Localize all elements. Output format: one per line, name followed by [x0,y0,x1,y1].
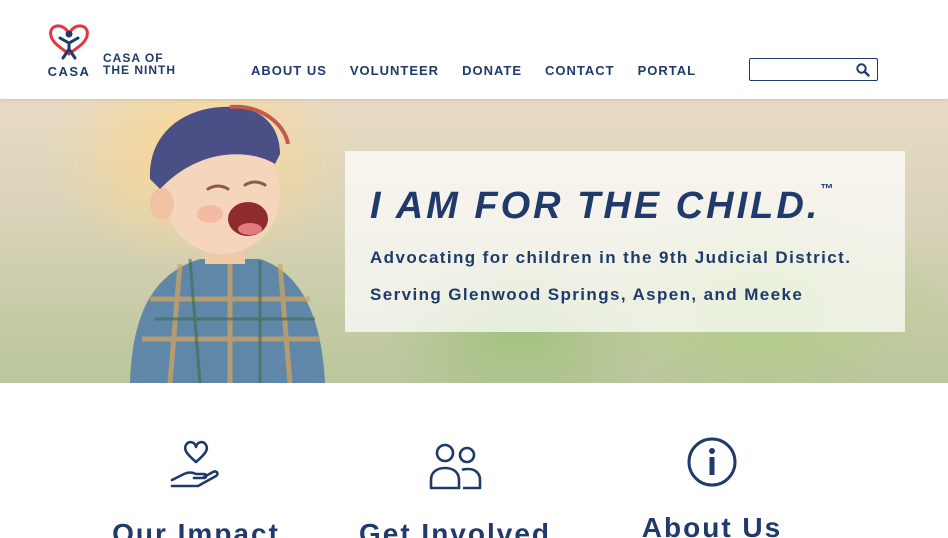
feature-title-about-us: About Us [641,512,783,538]
laughing-child-photo [130,104,325,383]
info-icon [687,437,737,487]
nav-item-contact[interactable]: CONTACT [545,63,615,78]
nav-item-volunteer[interactable]: VOLUNTEER [350,63,439,78]
nav-item-portal[interactable]: PORTAL [638,63,696,78]
search-box [749,58,878,81]
people-icon [429,443,482,490]
main-nav: ABOUT US VOLUNTEER DONATE CONTACT PORTAL [251,63,719,78]
nav-item-about-us[interactable]: ABOUT US [251,63,327,78]
feature-title-get-involved: Get Involved [358,518,552,538]
heart-hand-icon [170,440,219,488]
hero-subtitle-1: Advocating for children in the 9th Judic… [370,248,852,267]
hero-title: I AM FOR THE CHILD.™ [370,181,833,228]
casa-logo-icon[interactable]: CASA [44,18,94,78]
site-header: CASA CASA OF THE NINTH ABOUT US VOLUNTEE… [0,0,948,99]
nav-item-donate[interactable]: DONATE [462,63,522,78]
hero-title-text: I AM FOR THE CHILD. [370,185,821,227]
feature-card-get-involved[interactable]: Get Involved [335,440,575,538]
hero-banner [0,99,948,383]
feature-card-about-us[interactable]: About Us [592,437,832,538]
search-input[interactable] [754,61,852,78]
site-name[interactable]: CASA OF THE NINTH [103,52,176,76]
feature-title-our-impact: Our Impact [112,518,280,538]
logo-word: CASA [48,64,91,78]
hero-subtitle-2: Serving Glenwood Springs, Aspen, and Mee… [370,285,804,304]
site-name-line2: THE NINTH [103,63,176,77]
feature-card-our-impact[interactable]: Our Impact [76,440,316,538]
search-icon[interactable] [855,62,871,78]
trademark-symbol: ™ [820,181,834,196]
